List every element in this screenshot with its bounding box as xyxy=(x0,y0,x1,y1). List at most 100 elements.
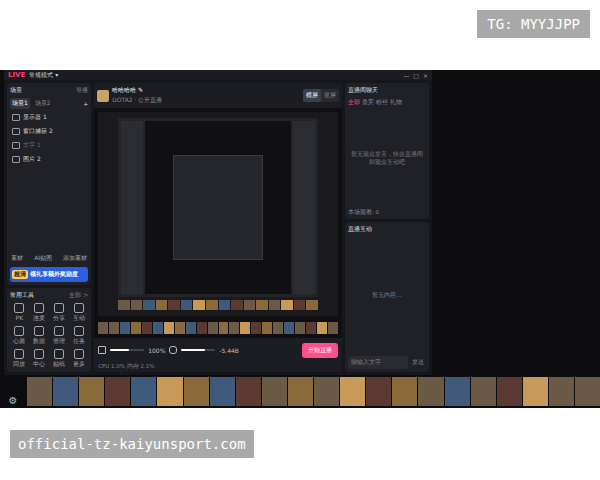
scene-tabs: 场景1场景2 + xyxy=(10,98,88,109)
tool-icon xyxy=(74,349,84,359)
asset-button[interactable]: 素材 xyxy=(10,253,24,264)
source-item[interactable]: 窗口捕获 2 xyxy=(10,126,88,137)
tool-icon xyxy=(14,303,24,313)
tool-grid: PK连麦分享互动心愿数据管理任务回放中心贴纸更多 xyxy=(10,303,88,369)
source-icon xyxy=(12,142,20,149)
control-bar: 100% -5.44B 开始直播 xyxy=(94,338,342,362)
orientation-option[interactable]: 横屏 xyxy=(303,89,321,102)
watermark: TG: MYYJJPP xyxy=(477,10,590,38)
tool-icon xyxy=(74,303,84,313)
chat-input-row: 聊输入文字发送 xyxy=(348,356,426,369)
interaction-empty: 暂无内容... xyxy=(348,237,426,353)
tool-icon xyxy=(54,326,64,336)
scene-title: 场景 xyxy=(10,86,22,95)
send-button[interactable]: 发送 xyxy=(410,356,426,369)
black-area xyxy=(432,70,600,375)
tool-item[interactable]: 互动 xyxy=(69,303,88,323)
tool-item[interactable]: 中心 xyxy=(30,349,49,369)
stream-title[interactable]: 哈哈哈哈 ✎ xyxy=(112,86,162,95)
source-item[interactable]: 文字 1 xyxy=(10,140,88,151)
tool-item[interactable]: 贴纸 xyxy=(50,349,69,369)
window-control[interactable]: □ xyxy=(413,72,419,79)
asset-button[interactable]: AI贴图 xyxy=(33,253,53,264)
tools-card: 常用工具全部 > PK连麦分享互动心愿数据管理任务回放中心贴纸更多 xyxy=(7,288,91,372)
hero-strip: ⚙ xyxy=(0,375,600,408)
chat-tab[interactable]: 全部 xyxy=(348,98,360,107)
stream-meta: DOTA2 · 公开直播 xyxy=(112,96,162,105)
asset-button[interactable]: 添加素材 xyxy=(62,253,88,264)
right-panel: 直播间聊天全部贵宾粉丝礼物暂无观众发言，快去直播间和观众互动吧本场观看: 0直播… xyxy=(345,83,429,372)
page: TG: MYYJJPP LIVE 常规模式 ▾ — □ × 场景 导播场景1场景2 + 显示器 1… xyxy=(0,0,600,480)
logo: LIVE xyxy=(8,71,25,79)
tools-header: 常用工具全部 > xyxy=(10,291,88,300)
orientation-toggle: 横屏竖屏 xyxy=(303,89,339,102)
viewer-count: 本场观看: 0 xyxy=(348,209,426,216)
status-bar: CPU 1.0% 内存 2.1% xyxy=(94,362,342,372)
nested-hero-strip xyxy=(118,300,318,310)
all-tools-link[interactable]: 全部 > xyxy=(69,291,88,300)
chat-empty: 暂无观众发言，快去直播间和观众互动吧 xyxy=(348,110,426,206)
orientation-option[interactable]: 竖屏 xyxy=(321,89,339,102)
tool-icon xyxy=(34,303,44,313)
chat-tab[interactable]: 贵宾 xyxy=(362,98,374,107)
tool-item[interactable]: 分享 xyxy=(50,303,69,323)
app-window: LIVE 常规模式 ▾ — □ × 场景 导播场景1场景2 + 显示器 1 窗口捕获 2 文字 1 图… xyxy=(4,70,432,375)
avatar-icon xyxy=(97,90,109,102)
left-panel: 场景 导播场景1场景2 + 显示器 1 窗口捕获 2 文字 1 图片 2 素材 AI贴图添加素材… xyxy=(7,83,91,372)
tool-item[interactable]: 连麦 xyxy=(30,303,49,323)
scene-card: 场景 导播场景1场景2 + 显示器 1 窗口捕获 2 文字 1 图片 2 素材 AI贴图添加素材… xyxy=(7,83,91,285)
mic-reading: -5.44B xyxy=(219,347,239,354)
window-control[interactable]: × xyxy=(423,72,428,79)
add-scene-button[interactable]: + xyxy=(83,100,88,107)
mic-slider[interactable] xyxy=(181,349,215,351)
tool-item[interactable]: 任务 xyxy=(69,326,88,346)
scene-tab[interactable]: 场景1 xyxy=(10,98,30,109)
volume-reading: 100% xyxy=(148,347,165,354)
preview xyxy=(94,108,342,338)
director-button[interactable]: 导播 xyxy=(76,86,88,95)
interaction-card: 直播互动暂无内容... 聊输入文字发送 xyxy=(345,222,429,372)
chat-tabs: 全部贵宾粉丝礼物 xyxy=(348,98,426,107)
chat-tab[interactable]: 粉丝 xyxy=(376,98,388,107)
scene-header: 场景 导播 xyxy=(10,86,88,95)
source-item[interactable]: 显示器 1 xyxy=(10,112,88,123)
tool-icon xyxy=(74,326,84,336)
tool-icon xyxy=(54,349,64,359)
source-item[interactable]: 图片 2 xyxy=(10,154,88,165)
tool-item[interactable]: 回放 xyxy=(10,349,29,369)
source-icon xyxy=(12,114,20,121)
volume-slider[interactable] xyxy=(110,349,144,351)
gear-icon[interactable]: ⚙ xyxy=(0,377,26,406)
tool-item[interactable]: 数据 xyxy=(30,326,49,346)
promo-banner[interactable]: 超清领礼享额外奖励度 xyxy=(10,267,88,282)
tool-item[interactable]: 心愿 xyxy=(10,326,29,346)
stream-header: 哈哈哈哈 ✎DOTA2 · 公开直播 横屏竖屏 xyxy=(94,83,342,108)
tool-icon xyxy=(34,349,44,359)
tool-icon xyxy=(14,326,24,336)
banner-badge: 超清 xyxy=(12,270,28,279)
nested-screen xyxy=(98,112,338,316)
tool-item[interactable]: 更多 xyxy=(69,349,88,369)
tool-icon xyxy=(54,303,64,313)
start-live-button[interactable]: 开始直播 xyxy=(302,343,338,358)
window-control[interactable]: — xyxy=(403,72,409,79)
watermark: official-tz-kaiyunsport.com xyxy=(10,430,254,458)
interaction-title: 直播互动 xyxy=(348,225,426,234)
chat-input[interactable]: 聊输入文字 xyxy=(348,356,408,369)
scene-tab[interactable]: 场景2 xyxy=(33,98,53,109)
top-margin: TG: MYYJJPP xyxy=(0,0,600,70)
mode-dropdown[interactable]: 常规模式 ▾ xyxy=(29,71,58,80)
center-panel: 哈哈哈哈 ✎DOTA2 · 公开直播 横屏竖屏 100% -5.44B 开始直播 CPU … xyxy=(94,83,342,372)
chat-tab[interactable]: 礼物 xyxy=(390,98,402,107)
bottom-margin: official-tz-kaiyunsport.com xyxy=(0,408,600,480)
preview-hero-strip xyxy=(98,322,338,334)
title-bar: LIVE 常规模式 ▾ — □ × xyxy=(4,70,432,80)
speaker-icon xyxy=(98,346,106,354)
nested-window xyxy=(118,118,318,297)
source-icon xyxy=(12,156,20,163)
app-body: 场景 导播场景1场景2 + 显示器 1 窗口捕获 2 文字 1 图片 2 素材 AI贴图添加素材… xyxy=(4,80,432,375)
tool-item[interactable]: 管理 xyxy=(50,326,69,346)
tool-item[interactable]: PK xyxy=(10,303,29,323)
source-icon xyxy=(12,128,20,135)
asset-bar: 素材 AI贴图添加素材 xyxy=(10,253,88,264)
